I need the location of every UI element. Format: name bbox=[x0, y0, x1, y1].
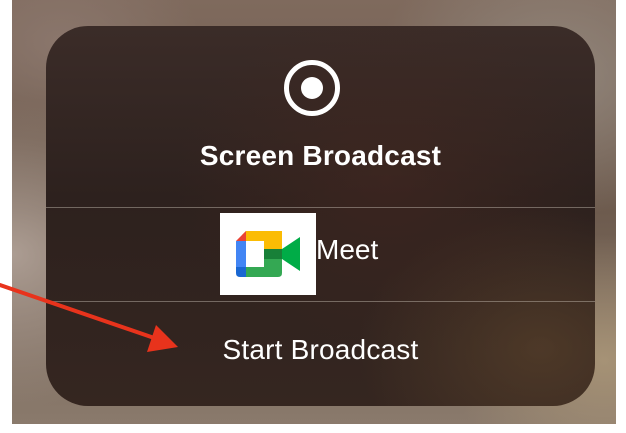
broadcast-option-meet[interactable]: Meet bbox=[46, 208, 595, 301]
record-icon bbox=[284, 60, 340, 116]
google-meet-logo-icon bbox=[220, 213, 316, 295]
option-label: Meet bbox=[316, 234, 379, 265]
panel-title: Screen Broadcast bbox=[199, 140, 442, 171]
start-broadcast-label: Start Broadcast bbox=[222, 334, 419, 365]
record-dot bbox=[301, 77, 323, 99]
start-broadcast-button[interactable]: Start Broadcast bbox=[46, 302, 595, 406]
google-meet-logo-svg bbox=[236, 231, 300, 277]
screenshot-background: Screen Broadcast Meet Start Broadcast bbox=[12, 0, 616, 424]
screen-broadcast-panel: Screen Broadcast Meet Start Broadcast bbox=[46, 26, 595, 406]
